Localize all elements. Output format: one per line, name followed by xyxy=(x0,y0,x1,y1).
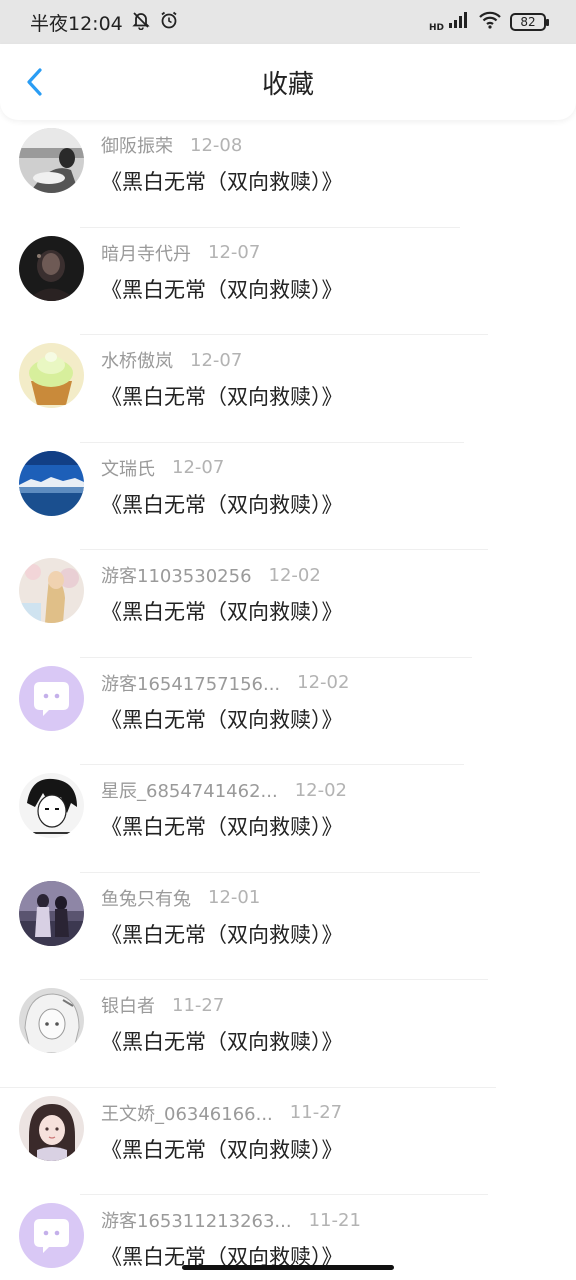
date: 11-27 xyxy=(289,1102,343,1123)
username: 鱼兔只有兔 xyxy=(101,888,191,910)
avatar[interactable] xyxy=(19,988,84,1053)
list-item[interactable]: 水桥傲岚 12-07 《黑白无常（双向救赎）》 xyxy=(0,335,576,443)
username: 游客165311213263... xyxy=(101,1211,292,1232)
page-title: 收藏 xyxy=(261,69,314,100)
username: 御阪振荣 xyxy=(101,136,173,157)
list-item[interactable]: 游客16541757156... 12-02 《黑白无常（双向救赎）》 xyxy=(0,658,576,765)
status-bar: 半夜12:04 HD 82 xyxy=(0,0,576,44)
date: 11-21 xyxy=(308,1209,361,1231)
alarm-icon xyxy=(159,10,179,35)
date: 12-08 xyxy=(190,134,243,156)
username: 游客1103530256 xyxy=(101,566,252,587)
list-item[interactable]: 游客1103530256 12-02 《黑白无常（双向救赎）》 xyxy=(0,550,576,658)
username: 银白者 xyxy=(101,996,155,1017)
clock: 半夜12:04 xyxy=(30,12,123,35)
hd-label: HD xyxy=(428,22,444,33)
date: 12-02 xyxy=(294,779,347,801)
avatar[interactable] xyxy=(19,665,84,731)
avatar[interactable] xyxy=(19,558,84,623)
favorite-title[interactable]: 《黑白无常（双向救赎）》 xyxy=(101,1134,343,1164)
favorite-title[interactable]: 《黑白无常（双向救赎）》 xyxy=(101,274,343,304)
favorite-title[interactable]: 《黑白无常（双向救赎）》 xyxy=(101,704,349,734)
favorite-title[interactable]: 《黑白无常（双向救赎）》 xyxy=(101,166,343,196)
avatar[interactable] xyxy=(19,450,84,516)
favorite-title[interactable]: 《黑白无常（双向救赎）》 xyxy=(101,919,343,949)
avatar[interactable] xyxy=(19,343,84,408)
avatar[interactable] xyxy=(19,128,84,193)
username: 王文娇_06346166... xyxy=(101,1103,273,1125)
favorite-title[interactable]: 《黑白无常（双向救赎）》 xyxy=(101,811,347,841)
date: 12-07 xyxy=(172,457,225,478)
username: 文瑞氏 xyxy=(101,458,155,480)
list-item[interactable]: 文瑞氏 12-07 《黑白无常（双向救赎）》 xyxy=(0,443,576,550)
favorite-title[interactable]: 《黑白无常（双向救赎）》 xyxy=(101,596,343,626)
avatar[interactable] xyxy=(19,1095,84,1161)
username: 星辰_6854741462... xyxy=(101,781,278,802)
list-item[interactable]: 星辰_6854741462... 12-02 《黑白无常（双向救赎）》 xyxy=(0,765,576,873)
avatar[interactable] xyxy=(19,1203,84,1268)
list-item[interactable]: 鱼兔只有兔 12-01 《黑白无常（双向救赎）》 xyxy=(0,873,576,980)
date: 12-07 xyxy=(190,349,243,371)
favorite-title[interactable]: 《黑白无常（双向救赎）》 xyxy=(101,1026,343,1056)
favorites-list: 御阪振荣 12-08 《黑白无常（双向救赎）》 暗月寺代丹 12-07 《黑白无常（… xyxy=(0,120,576,1280)
list-item[interactable]: 御阪振荣 12-08 《黑白无常（双向救赎）》 xyxy=(0,120,576,228)
avatar[interactable] xyxy=(19,880,84,946)
date: 11-27 xyxy=(172,994,225,1016)
signal-icon xyxy=(448,11,470,34)
username: 水桥傲岚 xyxy=(101,351,173,372)
list-item[interactable]: 暗月寺代丹 12-07 《黑白无常（双向救赎）》 xyxy=(0,228,576,335)
username: 暗月寺代丹 xyxy=(101,243,191,265)
date: 12-02 xyxy=(297,672,350,693)
avatar[interactable] xyxy=(19,235,84,301)
date: 12-07 xyxy=(208,242,261,263)
avatar[interactable] xyxy=(19,773,84,838)
list-item[interactable]: 王文娇_06346166... 11-27 《黑白无常（双向救赎）》 xyxy=(0,1088,576,1195)
chevron-left-icon xyxy=(27,68,42,96)
date: 12-02 xyxy=(268,564,321,586)
username: 游客16541757156... xyxy=(101,673,281,695)
list-item[interactable]: 银白者 11-27 《黑白无常（双向救赎）》 xyxy=(0,980,576,1088)
battery-icon: 82 xyxy=(510,13,549,31)
home-indicator[interactable] xyxy=(182,1265,394,1270)
favorite-title[interactable]: 《黑白无常（双向救赎）》 xyxy=(101,381,343,411)
favorite-title[interactable]: 《黑白无常（双向救赎）》 xyxy=(101,489,343,519)
silent-bell-icon xyxy=(131,10,151,35)
wifi-icon xyxy=(478,11,502,34)
date: 12-01 xyxy=(208,887,261,908)
nav-bar: 收藏 xyxy=(0,44,576,120)
back-button[interactable] xyxy=(14,62,54,102)
